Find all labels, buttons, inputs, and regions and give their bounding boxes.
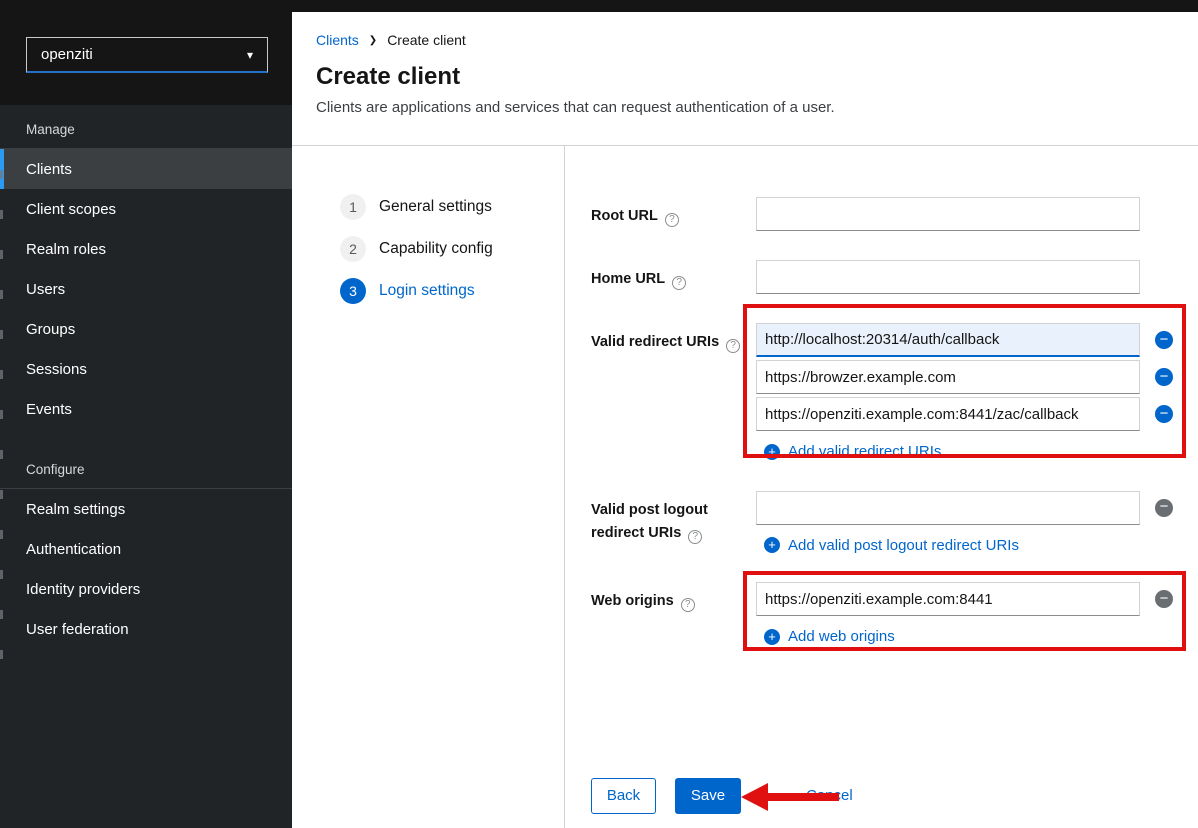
field-label: Valid post logout redirect URIs? — [591, 491, 756, 555]
home-url-label: Home URL — [591, 271, 665, 287]
root-url-input[interactable] — [756, 197, 1140, 231]
web-origins-label: Web origins — [591, 593, 674, 609]
step-number-badge: 3 — [340, 278, 366, 304]
minus-icon: − — [1160, 499, 1169, 514]
back-button[interactable]: Back — [591, 778, 656, 814]
web-origins-input[interactable] — [756, 582, 1140, 616]
step-number-badge: 2 — [340, 236, 366, 262]
minus-icon: − — [1160, 591, 1169, 606]
help-icon[interactable]: ? — [665, 213, 679, 227]
breadcrumb: Clients ❯ Create client — [316, 32, 1174, 48]
post-logout-label-line2: redirect URIs — [591, 525, 681, 541]
sidebar-item-realm-roles[interactable]: Realm roles — [0, 229, 292, 269]
help-icon[interactable]: ? — [726, 339, 740, 353]
sidebar-item-authentication[interactable]: Authentication — [0, 529, 292, 569]
add-link-label: Add valid post logout redirect URIs — [788, 537, 1019, 554]
step-label: General settings — [379, 198, 492, 216]
root-url-label: Root URL — [591, 208, 658, 224]
field-valid-redirect-uris: Valid redirect URIs? − − − — [591, 323, 1198, 461]
sidebar-item-realm-settings[interactable]: Realm settings — [0, 489, 292, 529]
help-icon[interactable]: ? — [681, 598, 695, 612]
page-header: Clients ❯ Create client Create client Cl… — [292, 12, 1198, 146]
page-title: Create client — [316, 63, 1174, 91]
field-root-url: Root URL? — [591, 197, 1198, 234]
add-post-logout-redirect-uris-link[interactable]: + Add valid post logout redirect URIs — [764, 537, 1019, 554]
login-settings-form: Root URL? Home URL? — [565, 146, 1198, 828]
wizard-body: 1 General settings 2 Capability config 3… — [292, 146, 1198, 828]
plus-icon: + — [764, 537, 780, 553]
cancel-link[interactable]: Cancel — [806, 787, 853, 804]
minus-icon: − — [1160, 332, 1169, 347]
sidebar-item-clients[interactable]: Clients — [0, 149, 292, 189]
sidebar-item-sessions[interactable]: Sessions — [0, 349, 292, 389]
wizard-step-general-settings[interactable]: 1 General settings — [340, 194, 564, 220]
field-home-url: Home URL? — [591, 260, 1198, 297]
field-web-origins: Web origins? − + Add web origins — [591, 582, 1198, 646]
home-url-input[interactable] — [756, 260, 1140, 294]
keycloak-create-client-page: openziti ▾ Manage Clients Client scopes … — [0, 0, 1198, 828]
remove-redirect-uri-1-button[interactable]: − — [1155, 331, 1173, 349]
remove-redirect-uri-2-button[interactable]: − — [1155, 368, 1173, 386]
chevron-right-icon: ❯ — [369, 35, 377, 46]
minus-icon: − — [1160, 406, 1169, 421]
wizard-step-login-settings[interactable]: 3 Login settings — [340, 278, 564, 304]
step-label: Login settings — [379, 282, 475, 300]
post-logout-label-line1: Valid post logout — [591, 502, 708, 518]
field-label: Home URL? — [591, 260, 756, 297]
page-subtitle: Clients are applications and services th… — [316, 99, 1174, 116]
realm-name: openziti — [41, 46, 93, 63]
field-label: Root URL? — [591, 197, 756, 234]
nav-section-configure: Configure — [0, 445, 292, 489]
remove-post-logout-uri-button[interactable]: − — [1155, 499, 1173, 517]
sidebar-item-client-scopes[interactable]: Client scopes — [0, 189, 292, 229]
sidebar-scrollbar[interactable] — [0, 170, 3, 690]
redirect-uri-input-1[interactable] — [756, 323, 1140, 357]
main-content: Clients ❯ Create client Create client Cl… — [292, 12, 1198, 828]
field-label: Valid redirect URIs? — [591, 323, 756, 461]
field-label: Web origins? — [591, 582, 756, 646]
plus-icon: + — [764, 444, 780, 460]
sidebar: openziti ▾ Manage Clients Client scopes … — [0, 12, 292, 828]
breadcrumb-current: Create client — [387, 32, 466, 48]
valid-redirect-uris-label: Valid redirect URIs — [591, 334, 719, 350]
redirect-uri-input-2[interactable] — [756, 360, 1140, 394]
nav-section-manage: Manage — [0, 105, 292, 149]
save-button[interactable]: Save — [675, 778, 741, 814]
sidebar-item-events[interactable]: Events — [0, 389, 292, 429]
step-number-badge: 1 — [340, 194, 366, 220]
step-label: Capability config — [379, 240, 493, 258]
add-web-origins-link[interactable]: + Add web origins — [764, 628, 895, 645]
wizard-footer: Back Save Cancel — [591, 778, 1198, 814]
wizard-step-capability-config[interactable]: 2 Capability config — [340, 236, 564, 262]
add-link-label: Add web origins — [788, 628, 895, 645]
remove-redirect-uri-3-button[interactable]: − — [1155, 405, 1173, 423]
sidebar-item-groups[interactable]: Groups — [0, 309, 292, 349]
caret-down-icon: ▾ — [247, 48, 253, 62]
plus-icon: + — [764, 629, 780, 645]
sidebar-item-users[interactable]: Users — [0, 269, 292, 309]
field-valid-post-logout-redirect-uris: Valid post logout redirect URIs? − + Add… — [591, 491, 1198, 555]
wizard-steps-nav: 1 General settings 2 Capability config 3… — [292, 146, 565, 828]
add-valid-redirect-uris-link[interactable]: + Add valid redirect URIs — [764, 443, 941, 460]
sidebar-item-user-federation[interactable]: User federation — [0, 609, 292, 649]
masthead-bar — [0, 0, 1198, 12]
sidebar-nav: Manage Clients Client scopes Realm roles… — [0, 105, 292, 828]
sidebar-item-identity-providers[interactable]: Identity providers — [0, 569, 292, 609]
breadcrumb-clients-link[interactable]: Clients — [316, 32, 359, 48]
post-logout-redirect-uri-input[interactable] — [756, 491, 1140, 525]
add-link-label: Add valid redirect URIs — [788, 443, 941, 460]
redirect-uri-input-3[interactable] — [756, 397, 1140, 431]
realm-selector-dropdown[interactable]: openziti ▾ — [26, 37, 268, 73]
minus-icon: − — [1160, 369, 1169, 384]
help-icon[interactable]: ? — [688, 530, 702, 544]
help-icon[interactable]: ? — [672, 276, 686, 290]
remove-web-origin-button[interactable]: − — [1155, 590, 1173, 608]
